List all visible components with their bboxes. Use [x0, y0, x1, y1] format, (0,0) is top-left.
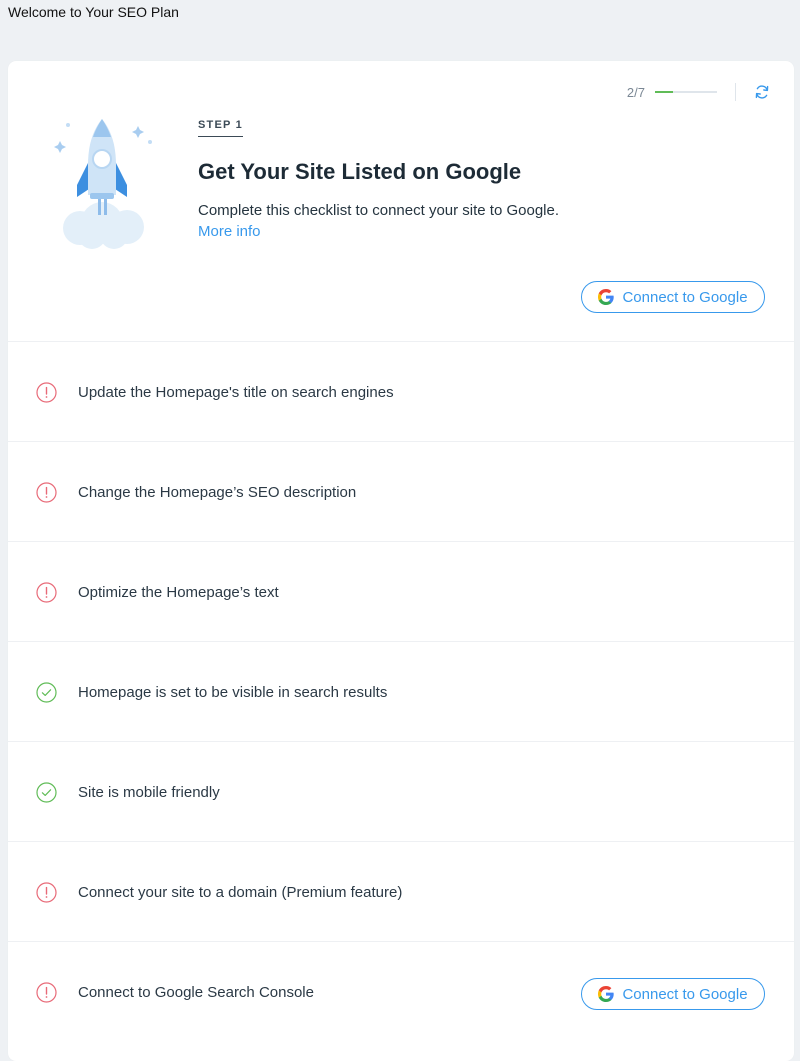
warning-icon [36, 482, 57, 503]
checklist-item-text: Homepage is set to be visible in search … [78, 684, 388, 701]
seo-checklist: Update the Homepage's title on search en… [8, 342, 794, 1042]
seo-plan-card: 2/7 STEP 1 Get Your Site Listed on Googl… [8, 61, 794, 1061]
google-icon [598, 289, 615, 305]
checklist-item[interactable]: Change the Homepage’s SEO description [8, 442, 794, 542]
checklist-item[interactable]: Site is mobile friendly [8, 742, 794, 842]
check-icon [36, 782, 57, 803]
warning-icon [36, 882, 57, 903]
warning-icon [36, 982, 57, 1003]
step-description: Complete this checklist to connect your … [198, 202, 560, 219]
checklist-item[interactable]: Connect to Google Search Console Connect … [8, 942, 794, 1042]
rocket-illustration [54, 119, 152, 249]
checklist-item-text: Change the Homepage’s SEO description [78, 484, 357, 501]
progress-text: 2/7 [626, 84, 645, 100]
checklist-item-text: Connect to Google Search Console [78, 984, 314, 1001]
warning-icon [36, 382, 57, 403]
step-title: Get Your Site Listed on Google [198, 159, 522, 184]
checklist-item-text: Site is mobile friendly [78, 784, 220, 801]
step-header: 2/7 STEP 1 Get Your Site Listed on Googl… [8, 61, 794, 342]
step-label: STEP 1 [198, 119, 243, 137]
more-info-link[interactable]: More info [198, 223, 261, 240]
connect-to-google-label: Connect to Google [622, 288, 748, 306]
progress-bar [655, 91, 717, 93]
checklist-item-text: Update the Homepage's title on search en… [78, 384, 394, 401]
connect-to-google-button[interactable]: Connect to Google [581, 281, 765, 313]
progress-indicator: 2/7 [627, 83, 770, 101]
checklist-item-text: Optimize the Homepage’s text [78, 584, 279, 601]
page-title: Welcome to Your SEO Plan [8, 4, 179, 20]
divider [735, 83, 736, 101]
check-icon [36, 682, 57, 703]
checklist-item[interactable]: Homepage is set to be visible in search … [8, 642, 794, 742]
checklist-item[interactable]: Optimize the Homepage’s text [8, 542, 794, 642]
google-icon [598, 986, 615, 1002]
connect-to-google-label: Connect to Google [622, 985, 748, 1003]
warning-icon [36, 582, 57, 603]
progress-bar-fill [655, 91, 673, 93]
checklist-item[interactable]: Update the Homepage's title on search en… [8, 342, 794, 442]
refresh-icon[interactable] [754, 84, 770, 100]
connect-search-console-button[interactable]: Connect to Google [581, 978, 765, 1010]
checklist-item-text: Connect your site to a domain (Premium f… [78, 884, 403, 901]
checklist-item[interactable]: Connect your site to a domain (Premium f… [8, 842, 794, 942]
